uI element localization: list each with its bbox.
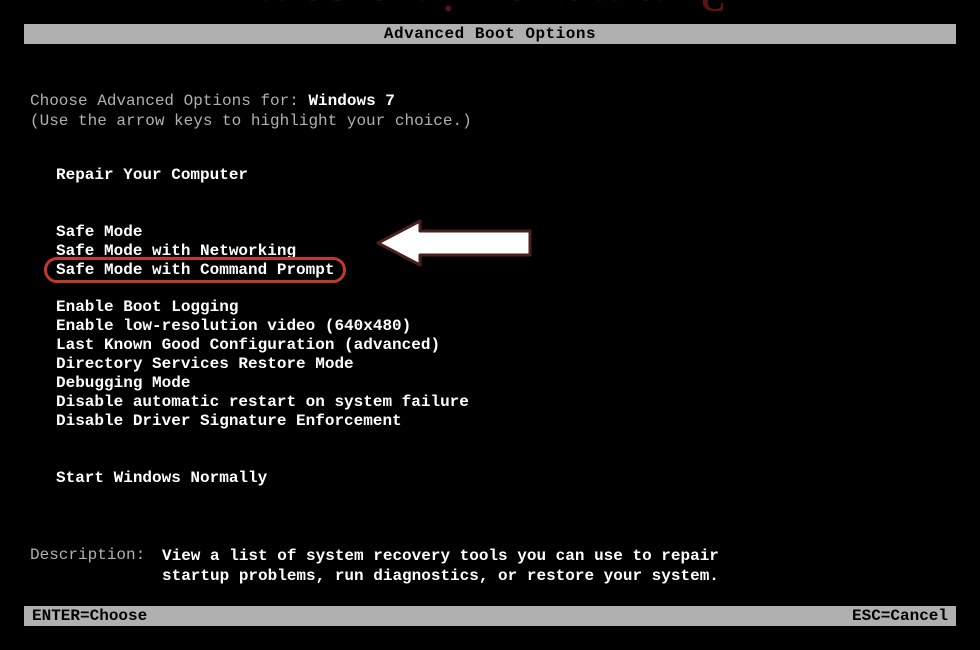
menu-low-res-video[interactable]: Enable low-resolution video (640x480) bbox=[52, 317, 415, 336]
menu-disable-auto-restart[interactable]: Disable automatic restart on system fail… bbox=[52, 393, 473, 412]
choose-prompt: Choose Advanced Options for: Windows 7 bbox=[30, 92, 950, 110]
title-text: Advanced Boot Options bbox=[384, 25, 596, 43]
description-text: View a list of system recovery tools you… bbox=[162, 546, 719, 586]
description-label: Description: bbox=[30, 546, 162, 586]
menu-repair-computer[interactable]: Repair Your Computer bbox=[52, 166, 252, 185]
footer-enter-hint: ENTER=Choose bbox=[32, 606, 147, 626]
watermark-text: 2-remove-virus.com bbox=[253, 0, 727, 24]
description-line1: View a list of system recovery tools you… bbox=[162, 546, 719, 566]
menu-disable-sig-enforcement[interactable]: Disable Driver Signature Enforcement bbox=[52, 412, 406, 431]
prompt-prefix: Choose Advanced Options for: bbox=[30, 92, 308, 110]
title-bar: Advanced Boot Options bbox=[24, 24, 956, 44]
menu-directory-services-restore[interactable]: Directory Services Restore Mode bbox=[52, 355, 358, 374]
menu-start-normally[interactable]: Start Windows Normally bbox=[52, 469, 271, 488]
footer-esc-hint: ESC=Cancel bbox=[852, 606, 948, 626]
boot-screen: Advanced Boot Options Choose Advanced Op… bbox=[24, 24, 956, 626]
os-name: Windows 7 bbox=[308, 92, 394, 110]
boot-menu: Repair Your Computer Safe Mode Safe Mode… bbox=[52, 166, 950, 488]
footer-bar: ENTER=Choose ESC=Cancel bbox=[24, 606, 956, 626]
menu-safe-mode-cmd[interactable]: Safe Mode with Command Prompt bbox=[52, 261, 338, 280]
menu-boot-logging[interactable]: Enable Boot Logging bbox=[52, 298, 242, 317]
menu-safe-mode[interactable]: Safe Mode bbox=[52, 223, 146, 242]
arrow-key-instruction: (Use the arrow keys to highlight your ch… bbox=[30, 112, 950, 130]
description-line2: startup problems, run diagnostics, or re… bbox=[162, 566, 719, 586]
menu-last-known-good[interactable]: Last Known Good Configuration (advanced) bbox=[52, 336, 444, 355]
menu-debugging[interactable]: Debugging Mode bbox=[52, 374, 194, 393]
menu-safe-mode-networking[interactable]: Safe Mode with Networking bbox=[52, 242, 300, 261]
